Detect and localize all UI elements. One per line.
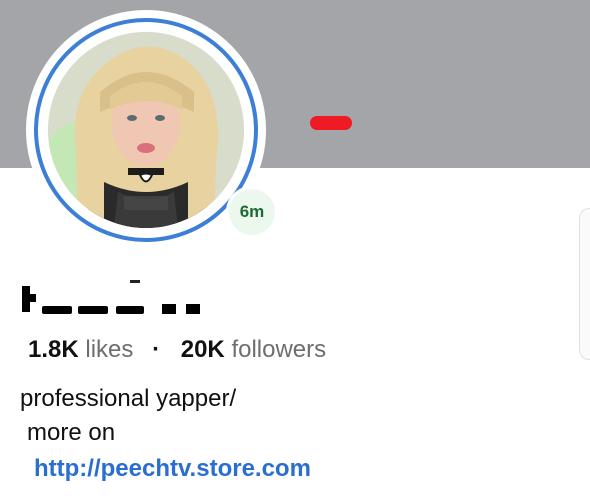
red-mark bbox=[310, 116, 352, 130]
username-redacted bbox=[20, 280, 220, 324]
bio-link[interactable]: http://peechtv.store.com bbox=[20, 452, 311, 486]
side-panel-edge bbox=[579, 208, 590, 360]
story-time-text: 6m bbox=[239, 202, 265, 221]
likes-count: 1.8K bbox=[28, 336, 79, 363]
bio-line-2: more on bbox=[27, 419, 116, 446]
profile-page: 6m 1.8K likes · 20K followers profession… bbox=[0, 0, 590, 500]
stats-separator: · bbox=[152, 336, 161, 363]
story-ring-border bbox=[34, 18, 258, 242]
followers-label[interactable]: followers bbox=[231, 336, 326, 363]
profile-bio: professional yapper/ more on http://peec… bbox=[20, 382, 311, 486]
avatar-story-ring[interactable]: 6m bbox=[26, 10, 278, 250]
likes-label: likes bbox=[85, 336, 134, 363]
avatar bbox=[48, 32, 244, 228]
bio-line-1: professional yapper/ bbox=[20, 385, 237, 412]
followers-count[interactable]: 20K bbox=[181, 336, 225, 363]
avatar-photo bbox=[48, 32, 244, 228]
profile-stats: 1.8K likes · 20K followers bbox=[28, 336, 326, 364]
story-time-badge: 6m bbox=[226, 186, 278, 238]
